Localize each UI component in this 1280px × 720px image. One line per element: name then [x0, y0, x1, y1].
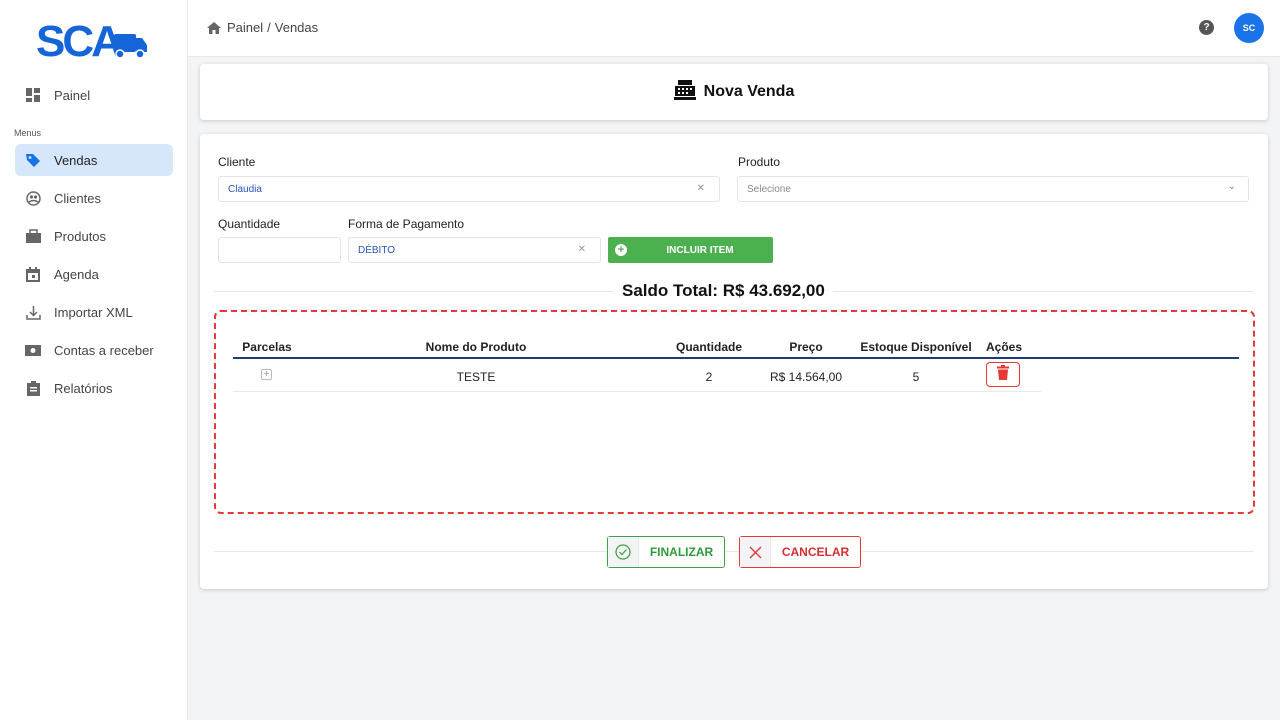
sale-form-card: Cliente Claudia ✕ Produto Selecione ⌄ Qu… — [200, 134, 1268, 589]
delete-item-button[interactable] — [986, 362, 1020, 387]
table-row-divider — [233, 391, 1041, 392]
breadcrumb-vendas: Vendas — [274, 20, 319, 35]
pagamento-label: Forma de Pagamento — [348, 217, 465, 231]
plus-circle-icon: + — [615, 244, 627, 256]
produto-select[interactable]: Selecione ⌄ — [737, 176, 1249, 202]
chevron-down-icon: ⌄ — [1227, 181, 1236, 192]
expand-row-icon[interactable]: + — [261, 369, 272, 380]
cell-quantidade: 2 — [705, 370, 713, 384]
col-nome-produto: Nome do Produto — [425, 340, 527, 354]
footer-divider — [214, 551, 1254, 552]
finalizar-button[interactable]: FINALIZAR — [607, 536, 725, 568]
avatar[interactable]: SC — [1234, 13, 1264, 43]
quantidade-input[interactable] — [218, 237, 341, 263]
close-icon — [740, 537, 771, 567]
sidebar-item-label: Produtos — [54, 228, 107, 244]
cancelar-button[interactable]: CANCELAR — [739, 536, 861, 568]
cliente-value: Claudia — [228, 183, 262, 195]
sidebar-item-contas-receber[interactable]: Contas a receber — [15, 334, 173, 366]
tag-icon — [24, 151, 42, 169]
dashboard-icon — [24, 86, 42, 104]
sidebar-item-label: Contas a receber — [54, 342, 154, 358]
check-circle-icon — [608, 537, 639, 567]
col-estoque: Estoque Disponível — [860, 340, 972, 354]
incluir-item-button[interactable]: + INCLUIR ITEM — [608, 237, 773, 263]
header-divider — [233, 357, 1239, 359]
clients-icon — [24, 189, 42, 207]
page-title: Nova Venda — [703, 83, 795, 100]
sidebar: SCA Painel Menus Vendas Clientes Produto… — [0, 0, 188, 720]
trash-icon — [997, 364, 1009, 385]
calendar-icon — [24, 265, 42, 283]
sidebar-item-importar-xml[interactable]: Importar XML — [15, 296, 173, 328]
sidebar-item-painel[interactable]: Painel — [15, 79, 173, 111]
pagamento-select[interactable]: DÉBITO ✕ — [348, 237, 601, 263]
cell-nome-produto: TESTE — [456, 370, 496, 384]
pagamento-value: DÉBITO — [358, 244, 396, 256]
clear-cliente-icon[interactable]: ✕ — [697, 183, 705, 194]
sidebar-item-label: Relatórios — [54, 380, 113, 396]
sca-logo[interactable]: SCA — [36, 16, 148, 62]
cliente-select[interactable]: Claudia ✕ — [218, 176, 720, 202]
help-icon[interactable]: ? — [1199, 20, 1214, 35]
produto-placeholder: Selecione — [747, 183, 791, 195]
produto-label: Produto — [738, 155, 781, 169]
sidebar-item-produtos[interactable]: Produtos — [15, 220, 173, 252]
breadcrumb-separator: / — [267, 20, 271, 35]
cliente-label: Cliente — [218, 155, 256, 169]
breadcrumb-painel[interactable]: Painel — [227, 20, 263, 35]
report-icon — [24, 379, 42, 397]
cancelar-label: CANCELAR — [781, 545, 850, 559]
svg-text:SCA: SCA — [36, 17, 122, 62]
items-table: Parcelas Nome do Produto Quantidade Preç… — [214, 310, 1255, 514]
money-icon — [24, 341, 42, 359]
col-preco: Preço — [789, 340, 823, 354]
sidebar-item-vendas[interactable]: Vendas — [15, 144, 173, 176]
clear-pagamento-icon[interactable]: ✕ — [578, 244, 586, 255]
sidebar-item-agenda[interactable]: Agenda — [15, 258, 173, 290]
sidebar-item-clientes[interactable]: Clientes — [15, 182, 173, 214]
col-parcelas: Parcelas — [242, 340, 292, 354]
menus-section-label: Menus — [14, 128, 42, 138]
finalizar-label: FINALIZAR — [649, 545, 714, 559]
page-title-card: Nova Venda — [200, 64, 1268, 120]
col-acoes: Ações — [985, 340, 1023, 354]
bag-icon — [24, 227, 42, 245]
sidebar-item-label: Painel — [54, 87, 91, 103]
quantidade-label: Quantidade — [218, 217, 281, 231]
home-icon[interactable] — [207, 21, 221, 34]
saldo-total: Saldo Total: R$ 43.692,00 — [614, 281, 833, 301]
sidebar-item-label: Vendas — [54, 152, 98, 168]
sidebar-item-relatorios[interactable]: Relatórios — [15, 372, 173, 404]
cash-register-icon — [673, 79, 696, 105]
topbar: Painel / Vendas ? SC — [188, 0, 1280, 57]
breadcrumb: Painel / Vendas — [207, 20, 318, 35]
cell-preco: R$ 14.564,00 — [769, 370, 843, 384]
sidebar-item-label: Importar XML — [54, 304, 133, 320]
incluir-item-label: INCLUIR ITEM — [666, 244, 734, 256]
import-icon — [24, 303, 42, 321]
col-quantidade: Quantidade — [675, 340, 742, 354]
sidebar-item-label: Clientes — [54, 190, 101, 206]
sidebar-item-label: Agenda — [54, 266, 99, 282]
cell-estoque: 5 — [912, 370, 920, 384]
